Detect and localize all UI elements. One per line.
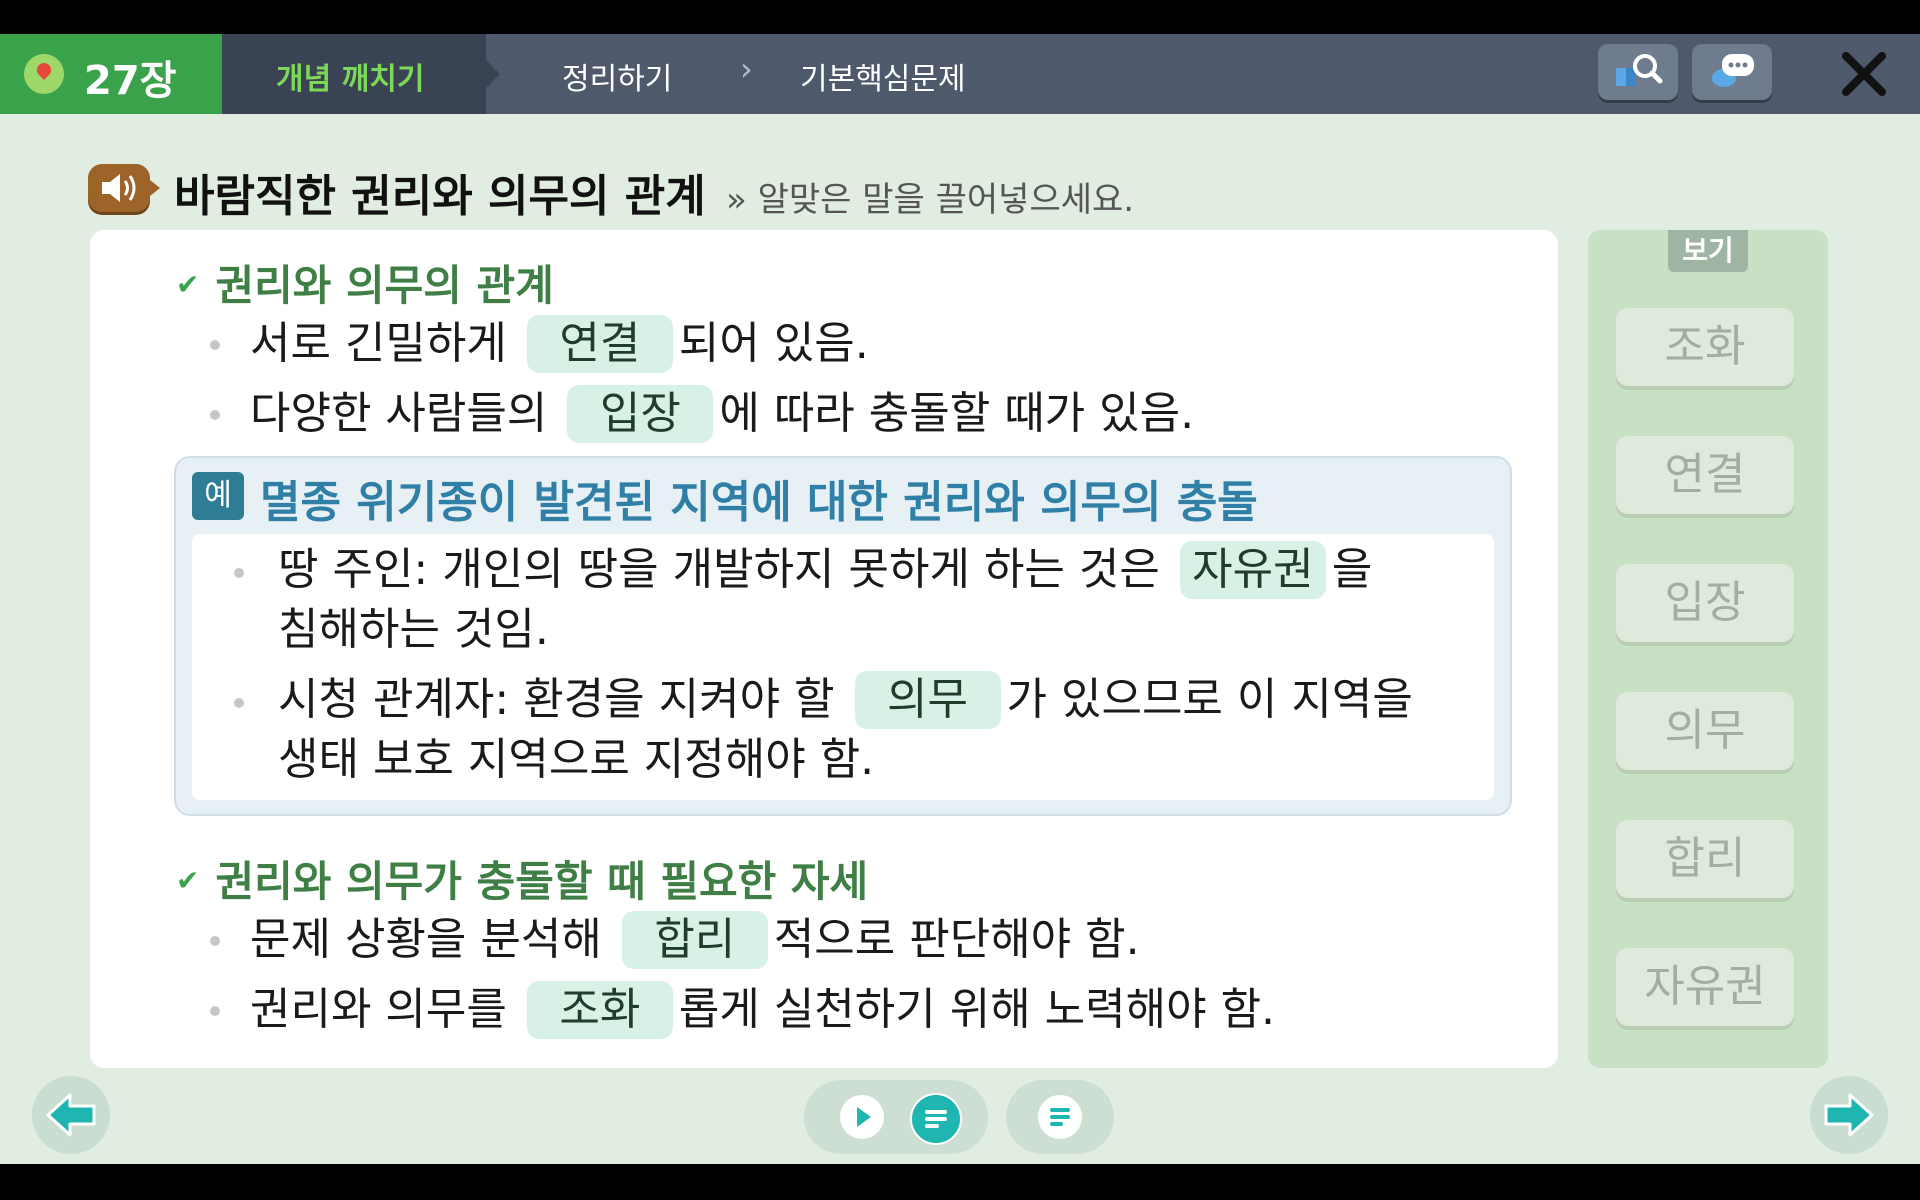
check-icon: ✔ — [176, 864, 200, 897]
word-bank-label: 보기 — [1668, 230, 1748, 272]
answer-blank[interactable]: 합리 — [621, 911, 768, 969]
sentence-line: 다양한 사람들의 입장 에 따라 충돌할 때가 있음. — [250, 384, 1194, 444]
example-body: 땅 주인: 개인의 땅을 개발하지 못하게 하는 것은 자유권 을 침해하는 것임… — [192, 534, 1494, 800]
example-badge: 예 — [192, 472, 244, 520]
example-title: 멸종 위기종이 발견된 지역에 대한 권리와 의무의 충돌 — [260, 477, 1258, 528]
close-icon[interactable] — [1836, 46, 1892, 102]
sentence-line-continued: 생태 보호 지역으로 지정해야 함. — [278, 734, 875, 785]
prev-page-button[interactable] — [32, 1076, 110, 1154]
sentence-line: 시청 관계자: 환경을 지켜야 할 의무 가 있으므로 이 지역을 — [278, 670, 1413, 730]
chat-bubble-icon — [1712, 54, 1754, 87]
tab-concept[interactable]: 개념 깨치기 — [222, 34, 500, 114]
tab-core-problems[interactable]: 기본핵심문제 — [800, 54, 966, 98]
text-lines-icon — [1050, 1108, 1070, 1126]
bullet-icon — [210, 410, 220, 420]
sentence-line: 땅 주인: 개인의 땅을 개발하지 못하게 하는 것은 자유권 을 — [278, 540, 1372, 600]
play-icon — [857, 1107, 871, 1127]
word-chip[interactable]: 합리 — [1616, 820, 1794, 898]
word-chip[interactable]: 연결 — [1616, 436, 1794, 514]
word-chip[interactable]: 자유권 — [1616, 948, 1794, 1026]
text-lines-icon — [925, 1110, 947, 1128]
bullet-icon — [234, 698, 244, 708]
speaker-button[interactable] — [88, 164, 160, 212]
sentence-line: 서로 긴밀하게 연결 되어 있음. — [250, 314, 869, 374]
answer-blank[interactable]: 입장 — [567, 385, 714, 443]
example-box: 예 멸종 위기종이 발견된 지역에 대한 권리와 의무의 충돌 땅 주인: 개인… — [174, 456, 1512, 816]
content-card: ✔ 권리와 의무의 관계 서로 긴밀하게 연결 되어 있음. 다양한 사람들의 입장… — [90, 230, 1558, 1068]
bullet-icon — [234, 568, 244, 578]
bullet-icon — [210, 340, 220, 350]
arrow-right-icon — [1824, 1093, 1874, 1137]
chapter-badge[interactable]: 27장 — [0, 34, 222, 114]
word-chip[interactable]: 조화 — [1616, 308, 1794, 386]
answer-blank[interactable]: 자유권 — [1179, 541, 1326, 599]
answer-blank[interactable]: 조화 — [526, 981, 673, 1039]
bullet-icon — [210, 936, 220, 946]
section-heading-attitude: ✔ 권리와 의무가 충돌할 때 필요한 자세 — [176, 857, 869, 906]
word-chip[interactable]: 의무 — [1616, 692, 1794, 770]
speaker-icon — [102, 174, 136, 202]
instruction-text: » 알맞은 말을 끌어넣으세요. — [726, 180, 1135, 220]
section-heading-relationship: ✔ 권리와 의무의 관계 — [176, 261, 554, 310]
play-button[interactable] — [840, 1095, 884, 1139]
top-nav-bar: 27장 › 개념 깨치기 정리하기 › 기본핵심문제 — [0, 34, 1920, 114]
word-bank-panel: 보기 조화 연결 입장 의무 합리 자유권 — [1588, 230, 1828, 1068]
text-controls — [1006, 1080, 1114, 1154]
chapter-number: 27장 — [84, 58, 177, 104]
location-pin-icon — [24, 54, 64, 94]
tab-summary[interactable]: 정리하기 — [562, 54, 672, 98]
breadcrumb-chevron-icon: › — [740, 50, 753, 88]
bullet-icon — [210, 1006, 220, 1016]
subtitle-toggle-active[interactable] — [910, 1093, 962, 1145]
arrow-left-icon — [46, 1093, 96, 1137]
search-button[interactable] — [1598, 44, 1678, 100]
sentence-line-continued: 침해하는 것임. — [278, 604, 549, 655]
answer-blank[interactable]: 의무 — [854, 671, 1001, 729]
lesson-screen: 27장 › 개념 깨치기 정리하기 › 기본핵심문제 — [0, 34, 1920, 1164]
media-controls — [804, 1080, 988, 1154]
check-icon: ✔ — [176, 268, 200, 301]
word-chip[interactable]: 입장 — [1616, 564, 1794, 642]
chat-button[interactable] — [1692, 44, 1772, 100]
search-book-icon — [1616, 54, 1663, 86]
page-title: 바람직한 권리와 의무의 관계 — [174, 171, 706, 222]
tab-concept-label: 개념 깨치기 — [276, 62, 425, 97]
next-page-button[interactable] — [1810, 1076, 1888, 1154]
sentence-line: 문제 상황을 분석해 합리 적으로 판단해야 함. — [250, 910, 1140, 970]
sentence-line: 권리와 의무를 조화 롭게 실천하기 위해 노력해야 함. — [250, 980, 1275, 1040]
text-view-button[interactable] — [1038, 1095, 1082, 1139]
answer-blank[interactable]: 연결 — [526, 315, 673, 373]
